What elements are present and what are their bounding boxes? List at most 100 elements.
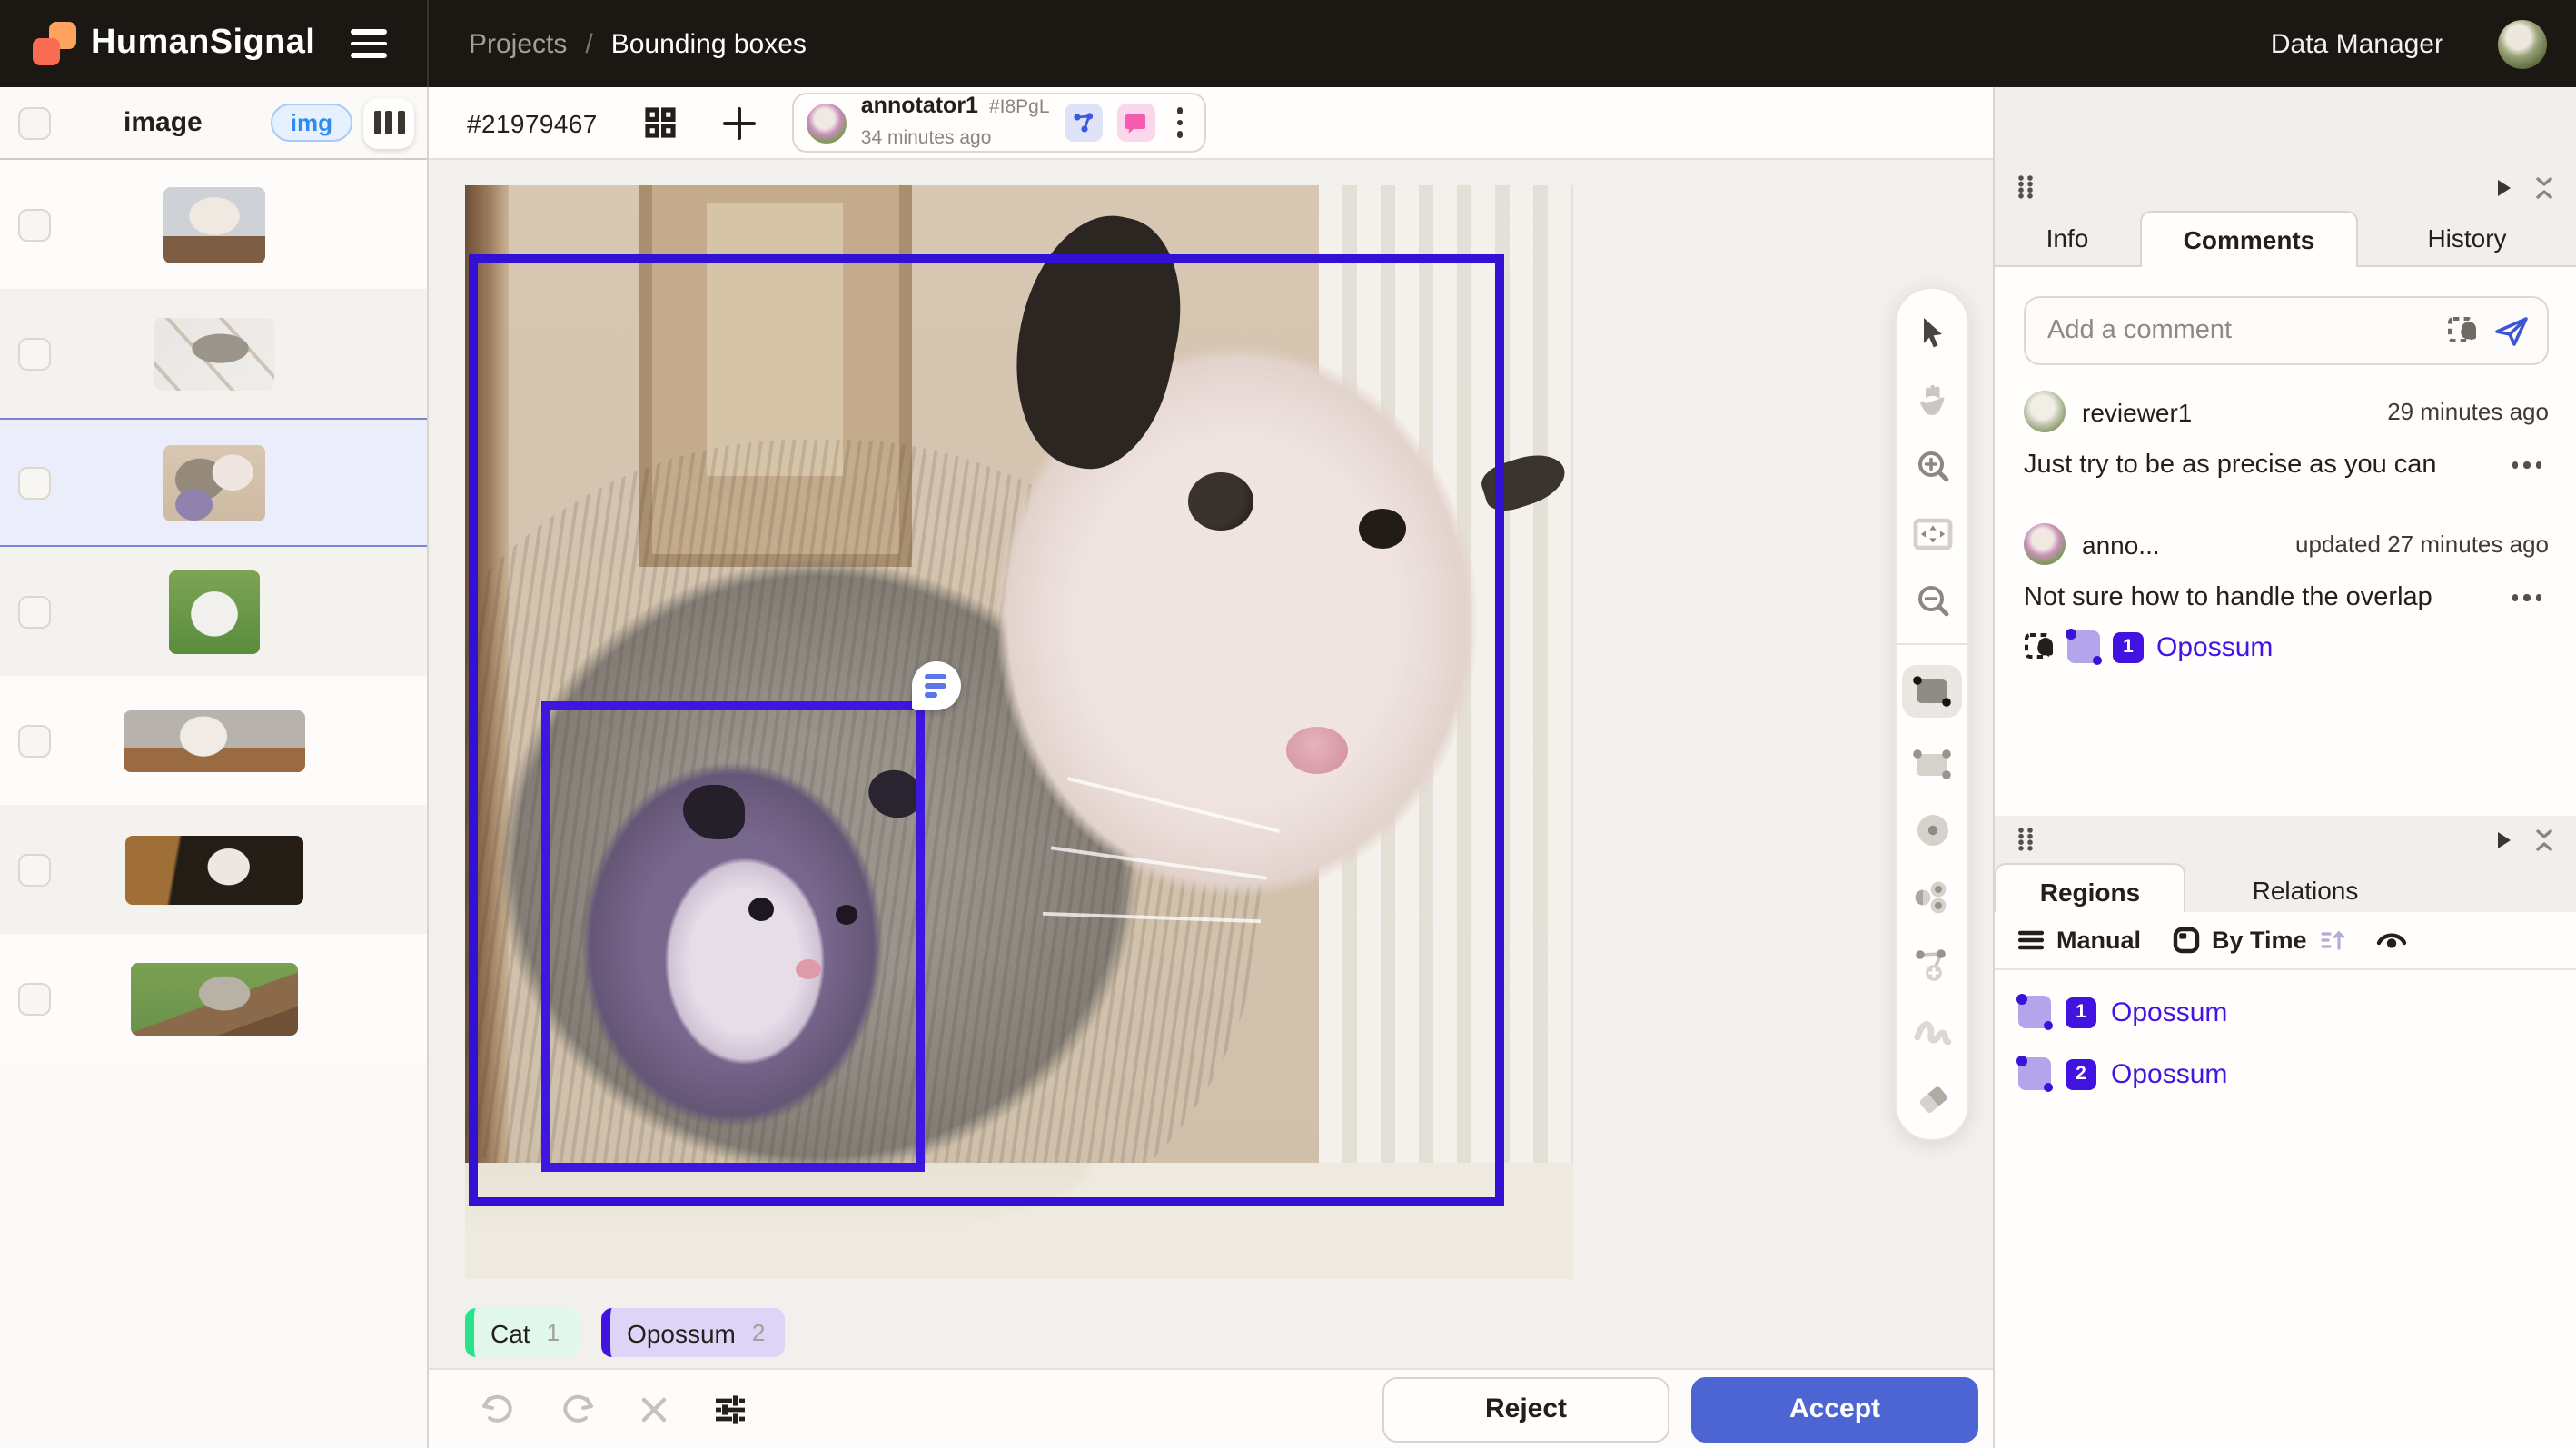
settings-sliders-icon[interactable] — [712, 1393, 748, 1425]
task-row[interactable] — [0, 676, 427, 805]
linked-regions-icon[interactable] — [1065, 104, 1103, 142]
polygon-tool-icon[interactable] — [1910, 943, 1954, 987]
select-task-checkbox[interactable] — [18, 853, 51, 886]
region-list-item[interactable]: 2 Opossum — [1995, 1043, 2576, 1105]
tool-sidebar — [1895, 287, 1969, 1141]
reset-icon[interactable] — [639, 1394, 669, 1423]
task-thumbnail-opossum-mother-with-baby[interactable] — [163, 444, 264, 521]
eraser-tool-icon[interactable] — [1910, 1077, 1954, 1121]
task-thumbnail-opossum-on-snowy-branch[interactable] — [154, 317, 273, 390]
comment-menu-icon[interactable] — [2512, 595, 2541, 601]
select-task-checkbox[interactable] — [18, 466, 51, 499]
label-studio-app: HumanSignal Projects / Bounding boxes Da… — [0, 0, 2576, 1448]
column-type-badge[interactable]: img — [271, 104, 352, 142]
region-comment-bubble-icon[interactable] — [912, 661, 961, 710]
annotator-avatar — [807, 103, 847, 143]
task-row[interactable] — [0, 805, 427, 934]
tab-info[interactable]: Info — [1995, 211, 2140, 265]
add-annotation-icon[interactable] — [723, 106, 756, 139]
task-toolbar: #21979467 annotator1 #I8PgL 34 minutes a… — [429, 87, 1993, 160]
region-label: Opossum — [2156, 631, 2273, 662]
toggle-visibility-eye-icon[interactable] — [2376, 928, 2407, 952]
select-task-checkbox[interactable] — [18, 208, 51, 241]
tab-comments[interactable]: Comments — [2140, 211, 2358, 267]
task-row-selected[interactable] — [0, 418, 427, 547]
topbar-right: Data Manager — [2271, 19, 2576, 68]
select-task-checkbox[interactable] — [18, 595, 51, 628]
zoom-out-tool-icon[interactable] — [1910, 580, 1954, 623]
sort-by-button[interactable]: By Time — [2172, 927, 2345, 954]
region-number-badge: 1 — [2113, 631, 2144, 662]
annotation-card[interactable]: annotator1 #I8PgL 34 minutes ago — [792, 93, 1207, 153]
comment-linked-region[interactable]: 1 Opossum — [2024, 630, 2549, 663]
redo-icon[interactable] — [560, 1393, 596, 1425]
bbox-region-opossum-2[interactable] — [541, 701, 925, 1172]
select-task-checkbox[interactable] — [18, 982, 51, 1015]
accept-button[interactable]: Accept — [1691, 1376, 1978, 1442]
detach-panel-icon[interactable] — [2496, 829, 2512, 849]
pan-tool-icon[interactable] — [1910, 378, 1954, 422]
region-number-badge: 2 — [2066, 1058, 2096, 1089]
annotator-avatar — [2024, 523, 2066, 565]
drag-handle-icon[interactable] — [2016, 827, 2035, 852]
comment-input-box[interactable] — [2024, 296, 2549, 365]
task-row[interactable] — [0, 289, 427, 418]
keypoints-tool-icon[interactable] — [1910, 876, 1954, 919]
undo-icon[interactable] — [480, 1393, 516, 1425]
comment-menu-icon[interactable] — [2512, 462, 2541, 469]
drag-handle-icon[interactable] — [2016, 174, 2035, 200]
grid-view-icon[interactable] — [645, 107, 676, 138]
task-thumbnail-opossum-on-log-outdoors[interactable] — [130, 962, 297, 1035]
select-task-checkbox[interactable] — [18, 337, 51, 370]
comment-input[interactable] — [2047, 316, 2431, 345]
task-thumbnail-white-opossum-on-grass[interactable] — [168, 570, 259, 653]
details-panel: Info Comments History revi — [1995, 164, 2576, 816]
tab-history[interactable]: History — [2358, 211, 2576, 265]
annotation-menu-icon[interactable] — [1170, 104, 1191, 142]
tab-relations[interactable]: Relations — [2185, 863, 2425, 917]
collapse-panel-icon[interactable] — [2534, 175, 2554, 199]
label-opossum[interactable]: Opossum 2 — [601, 1308, 785, 1357]
task-row[interactable] — [0, 934, 427, 1063]
brush-tool-icon[interactable] — [1910, 1010, 1954, 1054]
rectangle-3point-tool-icon[interactable] — [1910, 741, 1954, 785]
data-manager-link[interactable]: Data Manager — [2271, 28, 2443, 59]
detach-panel-icon[interactable] — [2496, 177, 2512, 197]
task-thumbnail-opossum-on-wooden-ledge[interactable] — [123, 709, 304, 771]
breadcrumb-current: Bounding boxes — [611, 28, 807, 59]
attach-region-icon[interactable] — [2447, 315, 2478, 346]
fit-to-screen-tool-icon[interactable] — [1910, 512, 1954, 556]
rectangle-tool-icon-selected[interactable] — [1902, 665, 1962, 718]
hamburger-menu-icon[interactable] — [343, 23, 394, 65]
select-tool-icon[interactable] — [1910, 311, 1954, 354]
send-comment-icon[interactable] — [2494, 315, 2529, 346]
collapse-panel-icon[interactable] — [2534, 828, 2554, 851]
task-row[interactable] — [0, 547, 427, 676]
select-task-checkbox[interactable] — [18, 724, 51, 757]
task-row[interactable] — [0, 160, 427, 289]
comments-indicator-icon[interactable] — [1117, 104, 1155, 142]
label-cat-hotkey: 1 — [547, 1319, 560, 1346]
label-cat[interactable]: Cat 1 — [465, 1308, 580, 1357]
brand-name: HumanSignal — [91, 24, 315, 64]
ellipse-tool-icon[interactable] — [1910, 808, 1954, 852]
group-by-button[interactable]: Manual — [2018, 927, 2141, 954]
task-thumbnail-opossum-on-log[interactable] — [163, 186, 264, 263]
breadcrumb-projects[interactable]: Projects — [469, 28, 567, 59]
column-title: image — [124, 107, 203, 138]
breadcrumb-separator: / — [585, 28, 592, 59]
regions-section: Manual By Time 1 Opossum — [1995, 912, 2576, 1448]
region-list-item[interactable]: 1 Opossum — [1995, 981, 2576, 1043]
tab-regions[interactable]: Regions — [1995, 863, 2185, 919]
comments-section: reviewer1 29 minutes ago Just try to be … — [1995, 267, 2576, 816]
zoom-in-tool-icon[interactable] — [1910, 445, 1954, 489]
select-all-checkbox[interactable] — [18, 106, 51, 139]
reject-button[interactable]: Reject — [1382, 1376, 1669, 1442]
user-avatar[interactable] — [2498, 19, 2547, 68]
comment-item: anno... updated 27 minutes ago Not sure … — [1995, 480, 2576, 663]
label-opossum-text: Opossum — [627, 1318, 736, 1347]
columns-settings-button[interactable] — [363, 97, 414, 148]
task-thumbnail-opossum-in-dark-crate[interactable] — [124, 835, 302, 904]
region-type-icon — [2018, 996, 2051, 1028]
region-label: Opossum — [2111, 997, 2227, 1027]
